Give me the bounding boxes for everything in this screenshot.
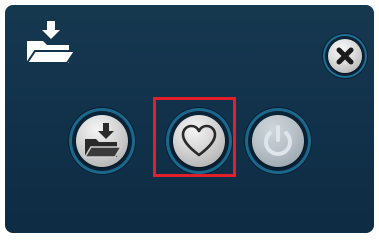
folder-download-icon [76, 115, 128, 167]
load-button[interactable] [69, 108, 135, 174]
power-button[interactable] [245, 108, 311, 174]
dialog-panel [5, 5, 374, 233]
folder-download-icon [23, 19, 75, 69]
close-button[interactable] [323, 34, 367, 78]
power-icon [252, 115, 304, 167]
close-icon [328, 39, 362, 73]
favorites-button[interactable] [166, 108, 232, 174]
heart-icon [173, 115, 225, 167]
